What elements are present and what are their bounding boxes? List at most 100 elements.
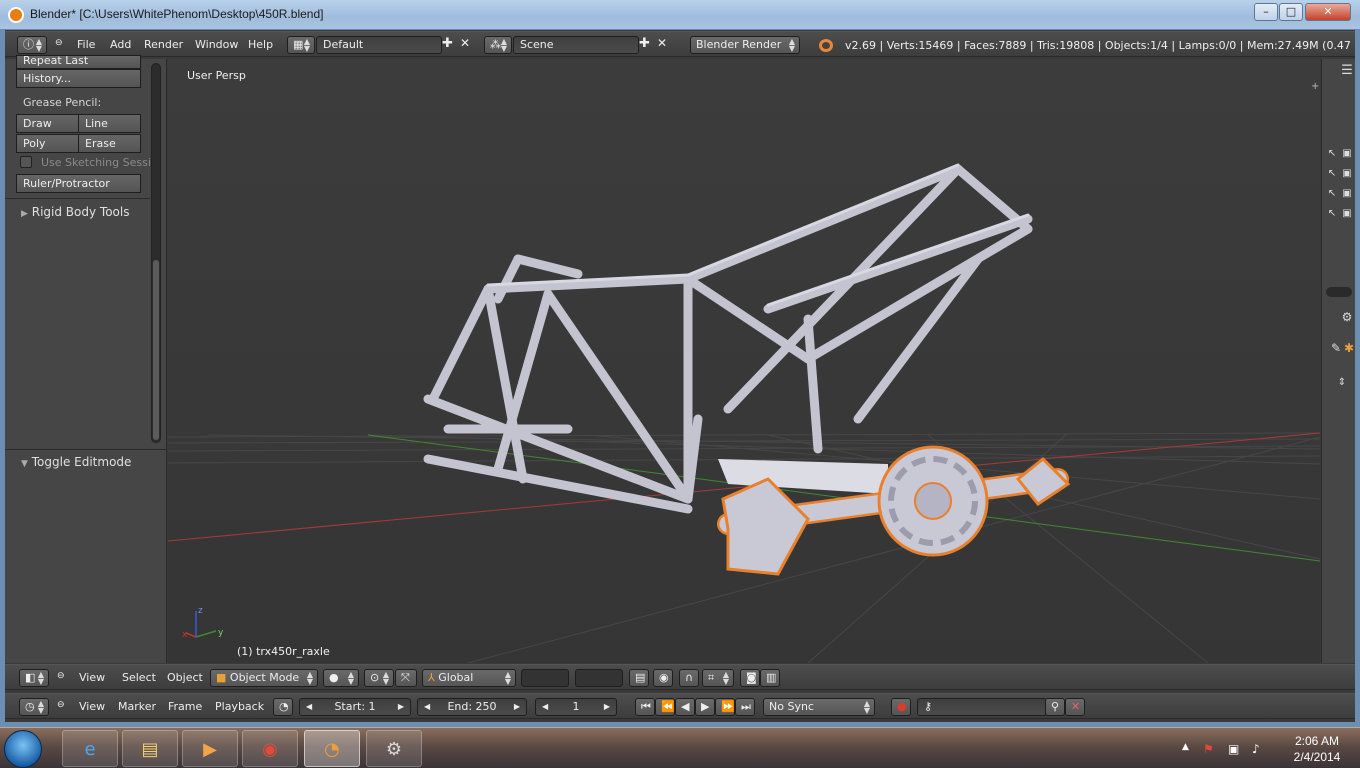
menu-frame[interactable]: Frame [168, 700, 202, 713]
start-frame-field[interactable]: ◀ Start: 1 ▶ [299, 698, 411, 716]
menu-select[interactable]: Select [122, 671, 156, 684]
cursor-icon[interactable]: ↖ [1326, 168, 1338, 180]
menu-object[interactable]: Object [167, 671, 203, 684]
layer-buttons-group-2[interactable] [575, 669, 623, 687]
collapse-menu-icon[interactable]: ⊖ [57, 671, 65, 681]
grease-line-button[interactable]: Line [78, 114, 141, 133]
sync-mode-dropdown[interactable]: No Sync ▲ ▼ [763, 698, 875, 716]
blender-taskbar-icon[interactable]: ◔ [304, 730, 360, 767]
cursor-icon[interactable]: ↖ [1326, 208, 1338, 220]
menu-playback[interactable]: Playback [215, 700, 264, 713]
outliner-scrollbar[interactable] [1326, 287, 1352, 297]
editor-type-info-button[interactable]: ⓘ ▲ ▼ [17, 36, 47, 54]
render-camera-icon[interactable]: ▣ [1341, 168, 1353, 180]
jump-to-prev-keyframe-button[interactable]: ⏪ [655, 698, 675, 716]
pivot-point-dropdown[interactable]: ⊙ ▲ ▼ [364, 669, 394, 687]
lock-layers-button[interactable]: ▤ [629, 669, 649, 687]
keying-set-icon: ⚷ [924, 700, 933, 713]
action-center-flag-icon[interactable]: ⚑ [1203, 742, 1214, 756]
3d-viewport[interactable]: x y z + User Persp (1) trx450r_raxle [168, 59, 1320, 663]
snap-toggle[interactable]: ∩ [679, 669, 699, 687]
keying-set-field[interactable]: ⚷ [917, 698, 1047, 716]
editor-type-3d-button[interactable]: ◧ ▲ ▼ [19, 669, 49, 687]
collapse-menu-icon[interactable]: ⊖ [55, 38, 63, 48]
add-layout-icon[interactable]: ✚ [442, 36, 453, 51]
play-reverse-button[interactable]: ◀ [675, 698, 695, 716]
screen-layout-field[interactable]: Default [316, 36, 442, 54]
menu-add[interactable]: Add [110, 38, 131, 51]
manipulator-toggle[interactable]: ⤧ [395, 669, 417, 687]
auto-keying-button[interactable]: ● [891, 698, 911, 716]
transform-orientation-dropdown[interactable]: ⅄ Global ▲ ▼ [422, 669, 516, 687]
network-icon[interactable]: ▣ [1228, 742, 1239, 756]
cursor-icon[interactable]: ↖ [1326, 188, 1338, 200]
modifier-icon[interactable]: ✱ [1343, 342, 1355, 354]
play-button[interactable]: ▶ [695, 698, 715, 716]
proportional-edit-button[interactable]: ◉ [653, 669, 673, 687]
start-button[interactable] [4, 730, 42, 768]
maximize-button[interactable]: □ [1279, 3, 1303, 21]
layer-buttons-group-1[interactable] [521, 669, 569, 687]
menu-view[interactable]: View [79, 671, 105, 684]
properties-scroll-arrows-icon[interactable]: ⇕ [1336, 377, 1348, 389]
close-button[interactable]: ✕ [1305, 3, 1351, 21]
media-player-icon[interactable]: ▶ [182, 730, 238, 767]
jump-to-end-button[interactable]: ⏭ [735, 698, 755, 716]
current-frame-field[interactable]: ◀ 1 ▶ [535, 698, 617, 716]
menu-window[interactable]: Window [195, 38, 238, 51]
insert-keyframe-button[interactable]: ⚲ [1045, 698, 1065, 716]
preview-range-button[interactable]: ◔ [273, 698, 293, 716]
remove-scene-icon[interactable]: ✕ [657, 36, 667, 50]
wrench-tool-icon[interactable]: ✎ [1330, 342, 1342, 354]
render-camera-icon[interactable]: ▣ [1341, 208, 1353, 220]
file-explorer-icon[interactable]: ▤ [122, 730, 178, 767]
jump-to-start-button[interactable]: ⏮ [635, 698, 655, 716]
grease-poly-button[interactable]: Poly [16, 134, 79, 153]
add-scene-icon[interactable]: ✚ [639, 36, 650, 51]
jump-to-next-keyframe-button[interactable]: ⏩ [715, 698, 735, 716]
menu-marker[interactable]: Marker [118, 700, 156, 713]
system-clock[interactable]: 2:06 AM 2/4/2014 [1282, 733, 1352, 765]
screen-layout-selector[interactable]: ▦ ▲ ▼ [287, 36, 315, 54]
window-titlebar[interactable]: Blender* [C:\Users\WhitePhenom\Desktop\4… [0, 0, 1360, 30]
render-camera-icon[interactable]: ▣ [1341, 188, 1353, 200]
steam-icon[interactable]: ⚙ [366, 730, 422, 767]
collapse-menu-icon[interactable]: ⊖ [57, 700, 65, 710]
ruler-protractor-button[interactable]: Ruler/Protractor [16, 174, 141, 193]
chrome-icon[interactable]: ◉ [242, 730, 298, 767]
volume-icon[interactable]: ♪ [1252, 742, 1260, 756]
render-engine-dropdown[interactable]: Blender Render ▲ ▼ [690, 36, 800, 54]
interaction-mode-dropdown[interactable]: ■ Object Mode ▲ ▼ [210, 669, 318, 687]
scene-field[interactable]: Scene [513, 36, 639, 54]
grease-erase-button[interactable]: Erase [78, 134, 141, 153]
menu-help[interactable]: Help [248, 38, 273, 51]
tray-expand-icon[interactable]: ▲ [1182, 742, 1189, 752]
snap-element-dropdown[interactable]: ⌗ ▲ ▼ [702, 669, 734, 687]
scrollbar-thumb[interactable] [153, 260, 159, 440]
use-sketching-checkbox[interactable] [20, 156, 32, 168]
remove-layout-icon[interactable]: ✕ [460, 36, 470, 50]
cursor-icon[interactable]: ↖ [1326, 148, 1338, 160]
menu-file[interactable]: File [77, 38, 95, 51]
tool-shelf-scrollbar[interactable] [151, 63, 161, 443]
menu-render[interactable]: Render [144, 38, 183, 51]
delete-keyframe-button[interactable]: ✕ [1065, 698, 1085, 716]
minimize-button[interactable]: – [1254, 3, 1278, 21]
toggle-editmode-panel-header[interactable]: ▼ Toggle Editmode [21, 455, 131, 469]
opengl-render-anim-button[interactable]: ▥ [760, 669, 780, 687]
scene-selector[interactable]: ⁂ ▲ ▼ [484, 36, 512, 54]
end-frame-field[interactable]: ◀ End: 250 ▶ [417, 698, 527, 716]
opengl-render-image-button[interactable]: ◙ [740, 669, 760, 687]
properties-editor-icon[interactable]: ⚙ [1341, 311, 1353, 323]
viewport-shading-dropdown[interactable]: ● ▲ ▼ [323, 669, 359, 687]
internet-explorer-icon[interactable]: e [62, 730, 118, 767]
history-button[interactable]: History... [16, 69, 141, 88]
render-camera-icon[interactable]: ▣ [1341, 148, 1353, 160]
repeat-last-button[interactable]: Repeat Last [16, 55, 141, 69]
viewport-split-handle[interactable]: + [1311, 81, 1319, 92]
grease-draw-button[interactable]: Draw [16, 114, 79, 133]
menu-timeline-view[interactable]: View [79, 700, 105, 713]
editor-type-timeline-button[interactable]: ◷ ▲ ▼ [19, 698, 49, 716]
rigid-body-tools-panel-header[interactable]: ▶ Rigid Body Tools [21, 205, 129, 219]
outliner-icon[interactable]: ☰ [1341, 64, 1353, 77]
